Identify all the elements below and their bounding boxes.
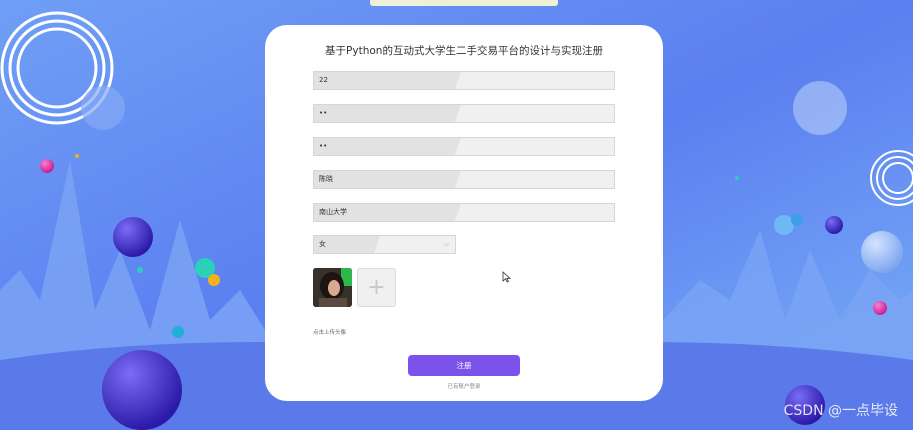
top-bar-strip (370, 0, 558, 6)
confirm-password-input[interactable]: •• (313, 137, 615, 156)
add-avatar-button[interactable]: + (357, 268, 396, 307)
page-title: 基于Python的互动式大学生二手交易平台的设计与实现注册 (325, 45, 603, 57)
watermark: CSDN @一点毕设 (783, 403, 898, 419)
name-input[interactable]: 陈晓 (313, 170, 615, 189)
school-input[interactable]: 南山大学 (313, 203, 615, 222)
gender-select[interactable]: 女 ⌵ (313, 235, 456, 254)
password-input[interactable]: •• (313, 104, 615, 123)
register-card: 基于Python的互动式大学生二手交易平台的设计与实现注册 22 •• •• 陈… (265, 25, 663, 401)
register-button[interactable]: 注册 (408, 355, 520, 376)
login-link[interactable]: 已有账户登录 (265, 382, 663, 390)
avatar-preview[interactable] (313, 268, 352, 307)
account-input[interactable]: 22 (313, 71, 615, 90)
avatar-upload-hint: 点击上传头像 (313, 330, 347, 336)
plus-icon: + (367, 274, 386, 300)
gender-select-value: 女 (319, 240, 326, 248)
mouse-cursor-icon (502, 268, 512, 287)
chevron-down-icon: ⌵ (443, 240, 449, 248)
cursor-arrow (502, 271, 512, 283)
avatar-image (313, 268, 352, 307)
